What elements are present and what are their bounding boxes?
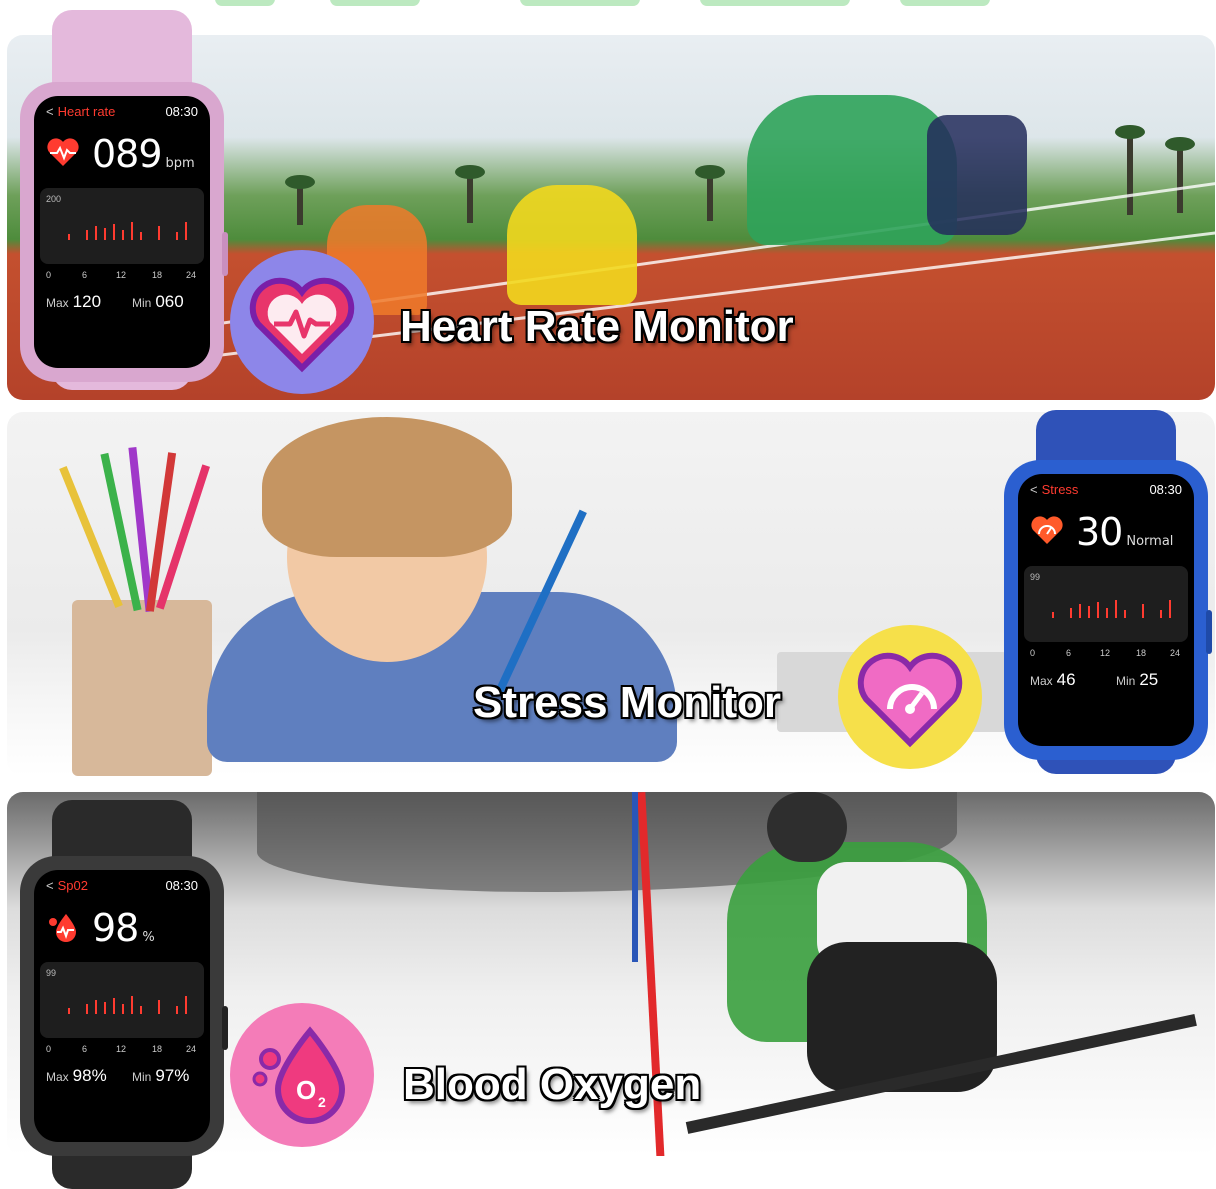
min-max-row: Max 46 Min 25 bbox=[1030, 670, 1159, 689]
chart-bar bbox=[1097, 602, 1099, 618]
reading-value: 98% bbox=[92, 906, 155, 950]
stress-gauge-icon bbox=[1031, 516, 1063, 544]
chart-bar bbox=[1106, 608, 1108, 618]
watch-screen: < Stress 08:30 30 Normal 99 0 6 12 18 24 Ma… bbox=[1018, 474, 1194, 746]
chart-bar bbox=[176, 232, 178, 240]
heart-pulse-badge bbox=[230, 250, 374, 394]
screen-time: 08:30 bbox=[1149, 482, 1182, 497]
chart-bar bbox=[113, 998, 115, 1014]
blood-drop-icon bbox=[49, 914, 76, 942]
mini-chart: 200 bbox=[40, 188, 204, 264]
chart-bar bbox=[140, 1006, 142, 1014]
chart-bar bbox=[1079, 604, 1081, 618]
pink-smartwatch: < Heart rate 08:30 089 bpm 200 0 6 12 18 24… bbox=[20, 10, 228, 390]
heart-rate-icon bbox=[47, 138, 79, 166]
chart-bars bbox=[68, 992, 187, 1014]
watch-case: < Heart rate 08:30 089 bpm 200 0 6 12 18 24… bbox=[20, 82, 228, 382]
oxygen-drop-badge: O 2 bbox=[230, 1003, 374, 1147]
chart-bars bbox=[1052, 596, 1171, 618]
chart-ticks: 0 6 12 18 24 bbox=[1030, 648, 1181, 658]
heart-gauge-icon bbox=[857, 652, 963, 748]
chart-bar bbox=[104, 228, 106, 240]
chart-bar bbox=[158, 226, 160, 240]
chart-bar bbox=[131, 222, 133, 240]
watch-case: < Sp02 08:30 98% 99 0 6 12 18 24 Max 98% Mi… bbox=[20, 856, 228, 1156]
chart-bar bbox=[1160, 610, 1162, 618]
watch-screen: < Heart rate 08:30 089 bpm 200 0 6 12 18 24… bbox=[34, 96, 210, 368]
chart-bar bbox=[1052, 612, 1054, 618]
black-smartwatch: < Sp02 08:30 98% 99 0 6 12 18 24 Max 98% Mi… bbox=[20, 800, 228, 1189]
screen-time: 08:30 bbox=[165, 878, 198, 893]
oxygen-drop-icon: O 2 bbox=[252, 1026, 346, 1124]
stress-caption: Stress Monitor bbox=[473, 678, 782, 727]
chart-bar bbox=[104, 1002, 106, 1014]
chart-bar bbox=[95, 1000, 97, 1014]
chart-bar bbox=[1088, 606, 1090, 618]
screen-time: 08:30 bbox=[165, 104, 198, 119]
watch-screen: < Sp02 08:30 98% 99 0 6 12 18 24 Max 98% Mi… bbox=[34, 870, 210, 1142]
chart-bar bbox=[86, 230, 88, 240]
back-chevron-icon: < bbox=[46, 878, 54, 893]
chart-max-label: 200 bbox=[46, 194, 62, 204]
chart-bar bbox=[122, 1004, 124, 1014]
mini-chart: 99 bbox=[1024, 566, 1188, 642]
min-max-row: Max 120 Min 060 bbox=[46, 292, 184, 311]
back-chevron-icon: < bbox=[1030, 482, 1038, 497]
screen-label: Sp02 bbox=[57, 878, 88, 893]
svg-text:2: 2 bbox=[318, 1094, 326, 1110]
chart-bar bbox=[140, 232, 142, 240]
chart-bar bbox=[1115, 600, 1117, 618]
chart-ticks: 0 6 12 18 24 bbox=[46, 270, 197, 280]
blue-smartwatch: < Stress 08:30 30 Normal 99 0 6 12 18 24 Ma… bbox=[1004, 410, 1212, 774]
watch-case: < Stress 08:30 30 Normal 99 0 6 12 18 24 Ma… bbox=[1004, 460, 1212, 760]
chart-bar bbox=[1169, 600, 1171, 618]
chart-bar bbox=[185, 996, 187, 1014]
chart-max-label: 99 bbox=[1030, 572, 1041, 582]
svg-text:O: O bbox=[296, 1075, 316, 1105]
blood-oxygen-caption: Blood Oxygen bbox=[403, 1060, 702, 1109]
chart-bar bbox=[1124, 610, 1126, 618]
chart-bar bbox=[86, 1004, 88, 1014]
chart-bar bbox=[131, 996, 133, 1014]
chart-bar bbox=[68, 1008, 70, 1014]
mini-chart: 99 bbox=[40, 962, 204, 1038]
chart-bar bbox=[176, 1006, 178, 1014]
heart-pulse-icon bbox=[249, 277, 355, 373]
heart-gauge-badge bbox=[838, 625, 982, 769]
chart-ticks: 0 6 12 18 24 bbox=[46, 1044, 197, 1054]
chart-bar bbox=[158, 1000, 160, 1014]
chart-bar bbox=[1070, 608, 1072, 618]
chart-max-label: 99 bbox=[46, 968, 57, 978]
chart-bar bbox=[185, 222, 187, 240]
chart-bars bbox=[68, 218, 187, 240]
screen-label: Stress bbox=[1041, 482, 1079, 497]
chart-bar bbox=[1142, 604, 1144, 618]
min-max-row: Max 98% Min 97% bbox=[46, 1066, 190, 1085]
reading-value: 30 Normal bbox=[1076, 510, 1174, 554]
chart-bar bbox=[68, 234, 70, 240]
chart-bar bbox=[95, 226, 97, 240]
screen-label: Heart rate bbox=[57, 104, 116, 119]
chart-bar bbox=[122, 230, 124, 240]
heart-rate-caption: Heart Rate Monitor bbox=[400, 302, 794, 351]
reading-value: 089 bpm bbox=[92, 132, 195, 176]
back-chevron-icon: < bbox=[46, 104, 54, 119]
chart-bar bbox=[113, 224, 115, 240]
